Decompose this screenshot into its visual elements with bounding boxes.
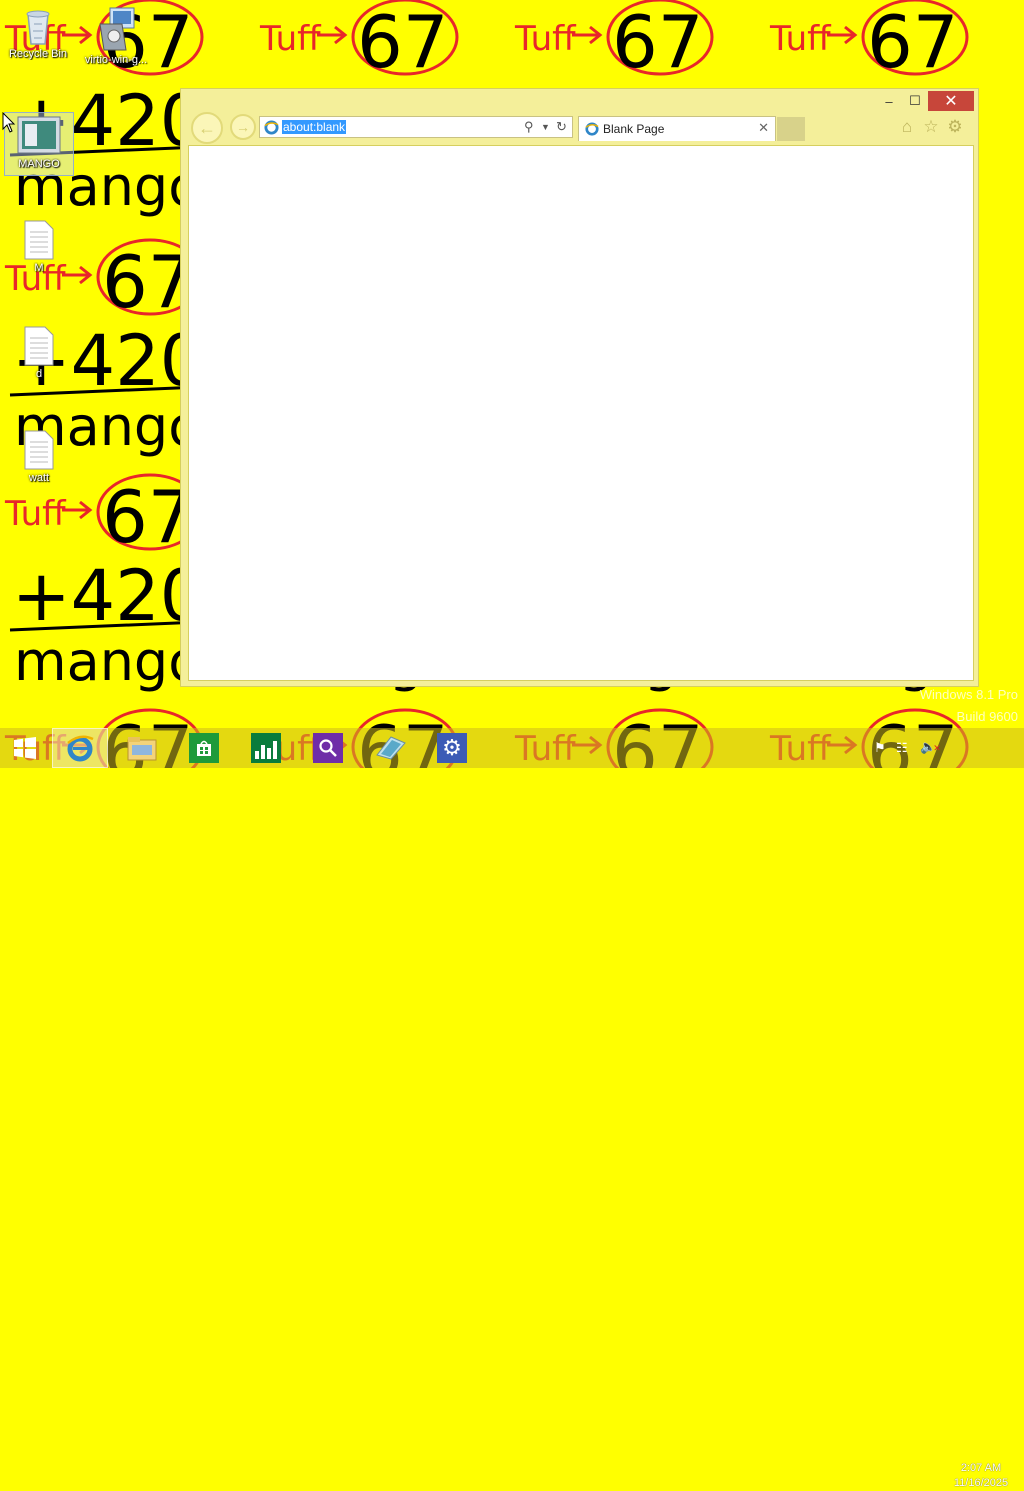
watt-file-label: watt — [28, 472, 50, 484]
watermark-build: Build 9600 — [956, 709, 1018, 724]
wallpaper-tuff-text: Tuff — [514, 19, 577, 59]
finance-icon — [251, 733, 281, 763]
internet-explorer-window[interactable]: – ☐ ✕ ← → about:blank ⚲ ▼ ↻ Blank Page ✕… — [180, 88, 979, 687]
search-icon[interactable]: ⚲ — [524, 119, 534, 135]
taskbar-search[interactable] — [300, 728, 356, 768]
taskbar-internet-explorer[interactable] — [52, 728, 108, 768]
back-arrow-icon: ← — [198, 117, 216, 138]
taskbar-store[interactable] — [176, 728, 232, 768]
installer-icon — [96, 6, 136, 52]
search-icon — [313, 733, 343, 763]
forward-arrow-icon: → — [236, 119, 250, 135]
close-button[interactable]: ✕ — [928, 91, 974, 111]
wallpaper-tuff-text: Tuff — [259, 19, 322, 59]
tray-volume-muted-icon[interactable]: 🔈✕ — [920, 739, 941, 755]
wallpaper-mango-text: mango — [14, 630, 201, 693]
clock-date: 11/16/2025 — [953, 1477, 1009, 1489]
desktop-icon-m-file[interactable]: M — [5, 220, 73, 274]
back-button[interactable]: ← — [191, 112, 223, 144]
wallpaper-tuff-text: Tuff — [4, 494, 67, 534]
wallpaper-tuff-text: Tuff — [769, 19, 832, 59]
clock[interactable]: 2:07 AM 11/16/2025 — [946, 1461, 1016, 1491]
windows-watermark: Windows 8.1 Pro Build 9600 — [920, 684, 1018, 728]
clock-time: 2:07 AM — [960, 1462, 1002, 1474]
taskbar-finance[interactable] — [238, 728, 294, 768]
start-button[interactable] — [4, 728, 46, 768]
taskbar-tablet[interactable] — [362, 728, 418, 768]
settings-icon: ⚙ — [437, 733, 467, 763]
wallpaper-67-text: 67 — [867, 0, 959, 84]
desktop-icon-watt-file[interactable]: watt — [5, 430, 73, 484]
refresh-icon[interactable]: ↻ — [556, 119, 567, 135]
internet-explorer-icon — [67, 735, 94, 762]
minimize-icon: – — [885, 93, 893, 109]
new-tab-button[interactable] — [777, 117, 805, 141]
minimize-button[interactable]: – — [879, 91, 899, 111]
tab-blank-page[interactable]: Blank Page ✕ — [578, 116, 776, 141]
address-input[interactable]: about:blank — [282, 120, 347, 134]
desktop-icon-virtio[interactable]: virtio-win-g... — [82, 6, 150, 66]
windows-logo-icon — [14, 737, 36, 759]
screen-image-icon — [17, 116, 61, 156]
m-file-label: M — [34, 262, 44, 274]
tray-network-icon[interactable]: ☷ — [896, 740, 908, 756]
mouse-cursor-icon — [2, 112, 16, 133]
taskbar-settings[interactable]: ⚙ — [424, 728, 480, 768]
ie-tab-icon — [585, 122, 599, 136]
text-file-icon — [23, 430, 55, 470]
tablet-icon — [376, 736, 406, 760]
tray-flag-icon[interactable]: ⚑ — [874, 740, 886, 756]
address-bar[interactable]: about:blank ⚲ ▼ ↻ — [259, 116, 573, 138]
page-content-area[interactable] — [188, 145, 974, 681]
mango-label: MANGO — [18, 158, 60, 170]
wallpaper-67-text: 67 — [612, 0, 704, 84]
close-icon: ✕ — [944, 93, 958, 110]
desktop-icon-d-file[interactable]: d — [5, 326, 73, 380]
settings-gear-icon[interactable]: ⚙ — [945, 117, 965, 137]
tab-close-icon[interactable]: ✕ — [758, 120, 769, 136]
tab-title: Blank Page — [603, 122, 665, 136]
maximize-button[interactable]: ☐ — [905, 91, 925, 111]
ie-page-icon — [264, 119, 279, 135]
desktop-icon-recycle-bin[interactable]: Recycle Bin — [4, 6, 72, 60]
store-icon — [189, 733, 219, 763]
taskbar: ⚙ ⚑ ☷ 🔈✕ 2:07 AM 11/16/2025 — [0, 728, 1024, 1489]
recycle-bin-icon — [22, 6, 54, 46]
recycle-bin-label: Recycle Bin — [8, 48, 68, 60]
text-file-icon — [23, 220, 55, 260]
maximize-icon: ☐ — [909, 93, 921, 108]
file-explorer-icon — [127, 737, 157, 761]
forward-button[interactable]: → — [230, 114, 256, 140]
wallpaper-67-text: 67 — [357, 0, 449, 84]
taskbar-file-explorer[interactable] — [114, 728, 170, 768]
watermark-edition: Windows 8.1 Pro — [919, 687, 1018, 702]
dropdown-arrow-icon[interactable]: ▼ — [541, 122, 550, 132]
d-file-label: d — [35, 368, 43, 380]
home-icon[interactable]: ⌂ — [897, 117, 917, 137]
favorites-star-icon[interactable]: ☆ — [921, 117, 941, 137]
virtio-label: virtio-win-g... — [84, 54, 148, 66]
text-file-icon — [23, 326, 55, 366]
